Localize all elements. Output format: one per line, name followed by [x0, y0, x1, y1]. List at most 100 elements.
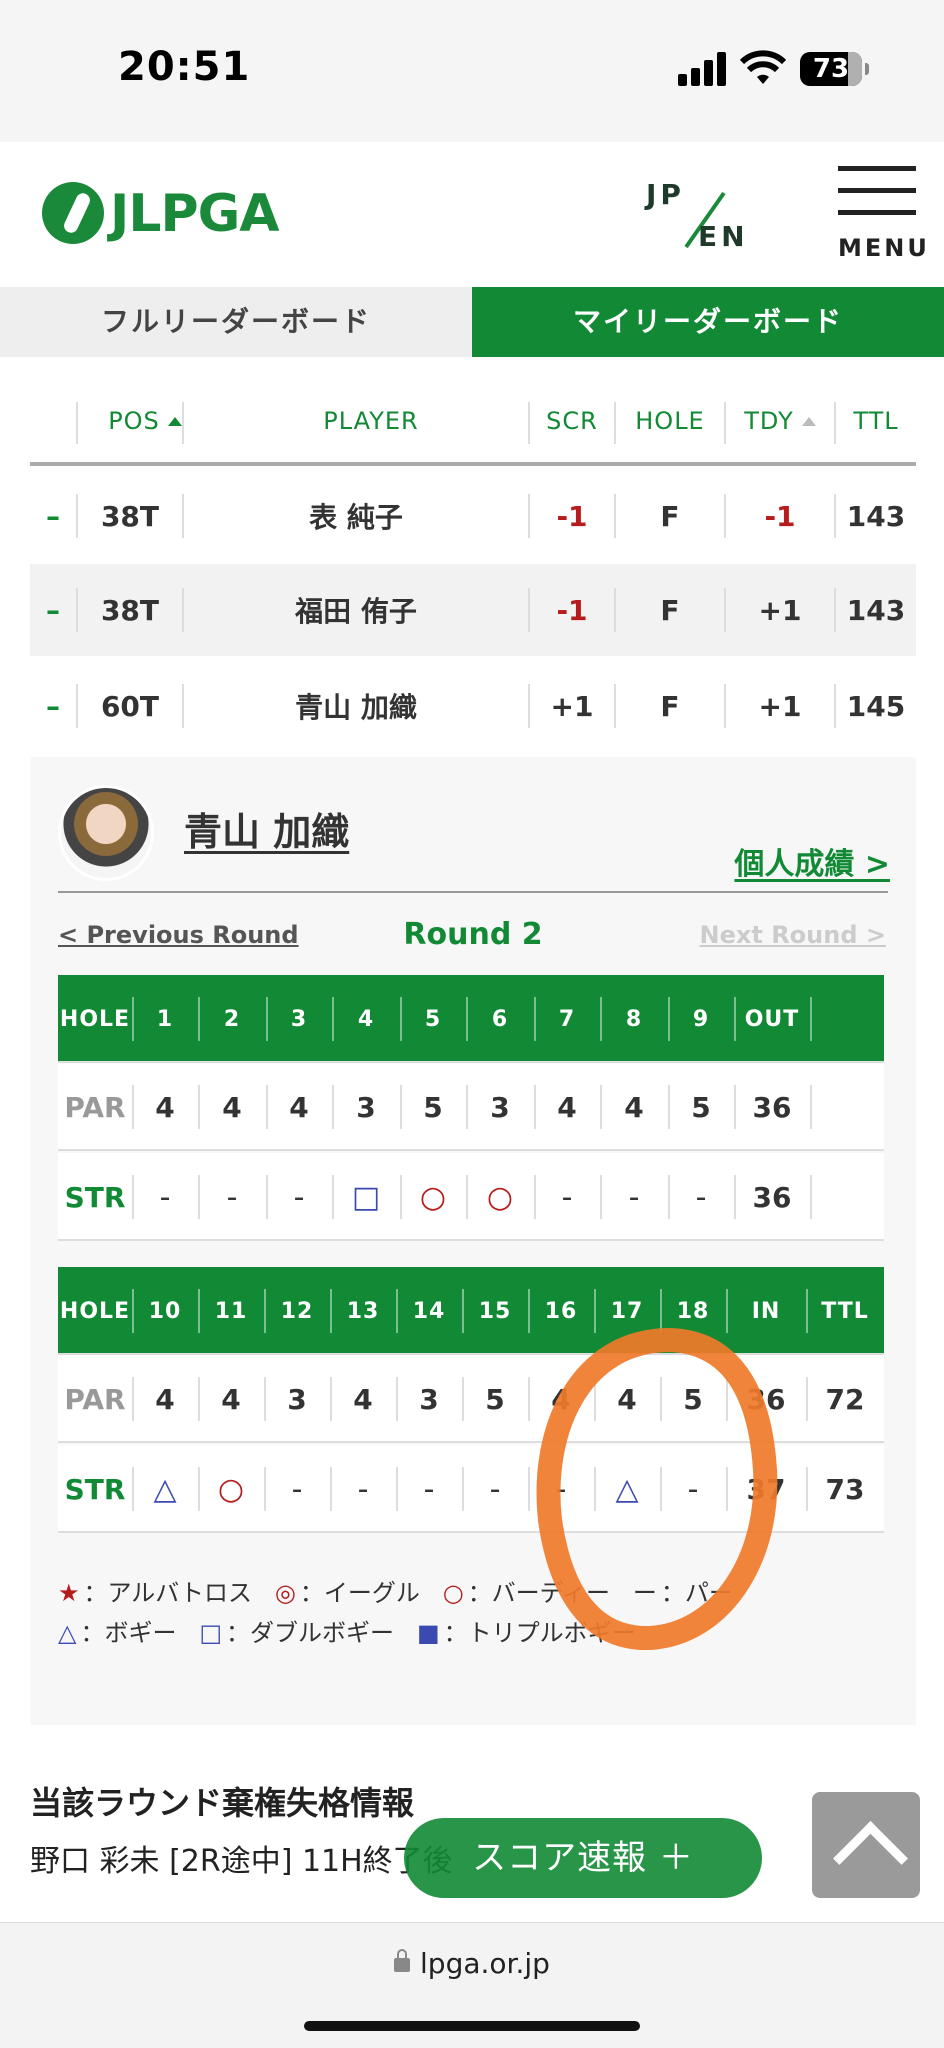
bogey-icon: △ — [58, 1619, 77, 1647]
player-tdy: -1 — [764, 499, 796, 533]
par-grand-total: 72 — [825, 1382, 865, 1416]
player-ttl: 143 — [846, 593, 906, 627]
player-pos: 38T — [100, 499, 160, 533]
next-round-link[interactable]: Next Round > — [700, 921, 886, 949]
double-bogey-icon: □ — [199, 1619, 223, 1647]
col-scr[interactable]: SCR — [530, 380, 614, 462]
leaderboard-row[interactable]: – 38T 表 純子 -1 F -1 143 — [30, 470, 916, 562]
browser-address-bar: lpga.or.jp — [0, 1922, 944, 2048]
scroll-to-top-button[interactable] — [812, 1792, 920, 1898]
col-tdy-label: TDY — [744, 407, 794, 435]
tab-my-leaderboard[interactable]: マイリーダーボード — [472, 287, 944, 357]
player-scr: -1 — [556, 499, 588, 533]
leaderboard-row[interactable]: – 38T 福田 侑子 -1 F +1 143 — [30, 564, 916, 656]
home-indicator[interactable] — [304, 2021, 640, 2031]
hole-number: 11 — [214, 1298, 248, 1324]
player-avatar — [58, 785, 154, 881]
position-change: – — [46, 593, 60, 627]
par-value: 4 — [222, 1090, 242, 1124]
leaderboard-tabs: フルリーダーボード マイリーダーボード — [0, 287, 944, 357]
str-out-total: 36 — [752, 1180, 792, 1214]
hand-drawn-annotation-circle — [536, 1328, 778, 1651]
stroke-result: - — [357, 1471, 369, 1507]
withdrawal-info-text: 野口 彩未 [2R途中] 11H終了後 — [30, 1844, 453, 1879]
battery-level: 73 — [812, 54, 850, 84]
stroke-result: - — [226, 1179, 238, 1215]
player-name[interactable]: 表 純子 — [184, 470, 528, 562]
site-header: JLPGA JP EN MENU — [0, 142, 944, 286]
stroke-result: - — [695, 1179, 707, 1215]
par-value: 3 — [287, 1382, 307, 1416]
stroke-result: - — [291, 1471, 303, 1507]
menu-label: MENU — [838, 234, 930, 262]
position-change: – — [46, 499, 60, 533]
player-name[interactable]: 青山 加織 — [184, 660, 528, 752]
col-ttl[interactable]: TTL — [836, 380, 916, 462]
leaderboard-header: POS PLAYER SCR HOLE TDY TTL — [30, 380, 916, 466]
hole-number: 14 — [412, 1298, 446, 1324]
par-value: 4 — [624, 1090, 644, 1124]
player-tdy: +1 — [758, 593, 802, 627]
divider — [58, 891, 888, 893]
legend-label: ：アルバトロス — [83, 1579, 252, 1607]
hole-number: 6 — [491, 1006, 509, 1032]
live-score-button[interactable]: スコア速報 ＋ — [404, 1818, 762, 1898]
player-ttl: 145 — [846, 689, 906, 723]
player-scr: +1 — [550, 689, 594, 723]
out-label: OUT — [744, 1006, 800, 1032]
position-change: – — [46, 689, 60, 723]
player-stats-link[interactable]: 個人成績 > — [734, 839, 890, 883]
lang-jp[interactable]: JP — [646, 178, 685, 211]
par-label: PAR — [64, 1090, 126, 1124]
col-hole[interactable]: HOLE — [616, 380, 724, 462]
clock: 20:51 — [118, 44, 251, 90]
par-value: 5 — [423, 1090, 443, 1124]
col-player[interactable]: PLAYER — [184, 380, 558, 462]
str-grand-total: 73 — [825, 1472, 865, 1506]
bogey-icon: △ — [153, 1471, 177, 1507]
birdie-icon: ○ — [442, 1579, 464, 1607]
lang-en[interactable]: EN — [698, 220, 749, 253]
player-card-name[interactable]: 青山 加織 — [184, 801, 349, 856]
birdie-icon: ○ — [486, 1179, 514, 1215]
status-bar: 20:51 73 — [0, 0, 944, 142]
language-switch[interactable]: JP EN — [646, 178, 756, 258]
tab-full-leaderboard[interactable]: フルリーダーボード — [0, 287, 472, 357]
stroke-result: - — [489, 1471, 501, 1507]
menu-button[interactable]: MENU — [838, 166, 927, 266]
eagle-icon: ◎ — [274, 1579, 296, 1607]
logo-text[interactable]: JLPGA — [110, 184, 280, 244]
par-value: 4 — [353, 1382, 373, 1416]
par-value: 3 — [356, 1090, 376, 1124]
player-scr: -1 — [556, 593, 588, 627]
par-value: 5 — [691, 1090, 711, 1124]
hole-number: 4 — [357, 1006, 375, 1032]
hole-label: HOLE — [59, 1298, 131, 1324]
par-value: 4 — [557, 1090, 577, 1124]
par-value: 3 — [490, 1090, 510, 1124]
hole-number: 12 — [280, 1298, 314, 1324]
battery-icon: 73 — [800, 52, 869, 86]
leaderboard-row[interactable]: – 60T 青山 加織 +1 F +1 145 — [30, 660, 916, 752]
player-tdy: +1 — [758, 689, 802, 723]
hole-number: 5 — [424, 1006, 442, 1032]
par-value: 3 — [419, 1382, 439, 1416]
triple-bogey-icon: ■ — [416, 1619, 440, 1647]
player-name[interactable]: 福田 侑子 — [184, 564, 528, 656]
address-field[interactable]: lpga.or.jp — [0, 1947, 944, 1980]
birdie-icon: ○ — [217, 1471, 245, 1507]
hole-number: 13 — [346, 1298, 380, 1324]
legend-label: ：イーグル — [299, 1579, 420, 1607]
hole-header-row: HOLE 1 2 3 4 5 6 7 8 9 OUT — [58, 975, 884, 1063]
sort-asc-icon — [167, 416, 182, 426]
col-tdy[interactable]: TDY — [726, 380, 834, 462]
player-hole: F — [660, 593, 680, 627]
birdie-icon: ○ — [419, 1179, 447, 1215]
par-value: 4 — [289, 1090, 309, 1124]
hole-number: 2 — [223, 1006, 241, 1032]
jlpga-logo-icon[interactable] — [42, 182, 104, 244]
stroke-result: - — [561, 1179, 573, 1215]
hole-label: HOLE — [59, 1006, 131, 1032]
par-value: 4 — [155, 1090, 175, 1124]
stroke-row: STR - - - □ ○ ○ - - - 36 — [58, 1153, 884, 1241]
